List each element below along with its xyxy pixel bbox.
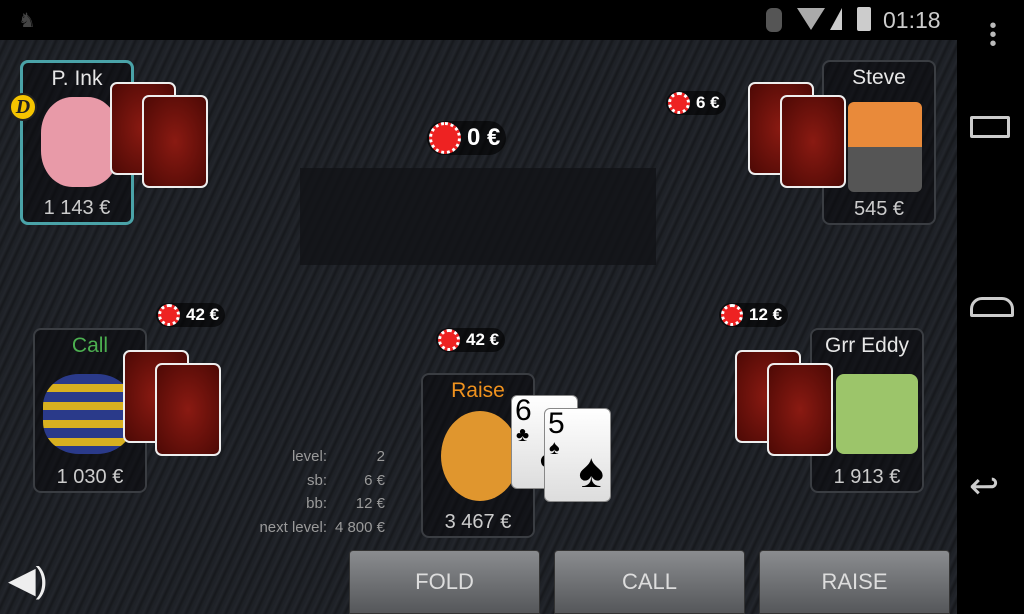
avatar (441, 411, 519, 501)
avatar (43, 374, 133, 454)
wifi-icon (797, 8, 825, 30)
fold-button[interactable]: FOLD (349, 550, 540, 614)
card-back (780, 95, 846, 188)
bet-amount: 12 € (749, 305, 783, 324)
chip-icon (721, 304, 743, 326)
recent-apps-icon[interactable] (970, 116, 1010, 138)
llama-icon: ♞ (18, 10, 36, 32)
player-bet: 42 € (156, 303, 226, 327)
bb-value: 12 € (355, 495, 385, 512)
dealer-button: D (9, 93, 37, 121)
player-stack: 1 143 € (43, 197, 111, 219)
status-bar: ♞ 01:18 (0, 0, 1024, 40)
chip-icon (158, 304, 180, 326)
player-stack: 3 467 € (444, 511, 512, 533)
call-button[interactable]: CALL (554, 550, 745, 614)
card-suit: ♠ (549, 437, 560, 459)
pot: 0 € (427, 121, 507, 155)
bb-label: bb: (306, 495, 327, 512)
player-bet: 6 € (666, 91, 726, 115)
chip-icon (668, 92, 690, 114)
bluetooth-icon (766, 8, 782, 32)
card-back (142, 95, 208, 188)
player-name: Grr Eddy (824, 334, 910, 357)
player-stack: 1 030 € (56, 466, 124, 488)
navigation-bar: • • • ↩ (957, 16, 1024, 614)
signal-icon (830, 8, 842, 30)
player-stack: 545 € (853, 198, 905, 220)
raise-button[interactable]: RAISE (759, 550, 950, 614)
bet-amount: 6 € (696, 93, 720, 112)
next-level-label: next level: (259, 518, 327, 536)
level-value: 2 (376, 448, 385, 465)
avatar (848, 102, 922, 192)
player-bet: 42 € (436, 328, 506, 352)
sb-label: sb: (306, 471, 327, 489)
clock: 01:18 (883, 7, 941, 33)
card-rank: 6 (515, 394, 532, 427)
blinds-info: level: 2 sb: 6 € bb: 12 € next level: 4 800 … (240, 445, 385, 539)
card-suit: ♣ (516, 424, 530, 446)
overflow-menu-icon[interactable]: • • • (988, 16, 998, 54)
player-bet: 12 € (719, 303, 789, 327)
battery-icon (857, 7, 871, 31)
level-label: level: (291, 448, 327, 465)
hole-card[interactable]: 5 ♠ ♠ (544, 407, 611, 502)
chip-icon (429, 122, 461, 154)
card-suit-large: ♠ (578, 445, 605, 498)
back-icon[interactable]: ↩ (969, 465, 999, 507)
next-level-value: 4 800 € (334, 518, 385, 536)
bet-amount: 42 € (466, 330, 500, 349)
card-rank: 5 (548, 407, 565, 440)
pot-amount: 0 € (467, 124, 501, 151)
card-back (767, 363, 833, 456)
sound-icon[interactable]: ◀) (8, 560, 48, 600)
player-stack: 1 913 € (833, 466, 901, 488)
avatar (41, 97, 119, 187)
sb-value: 6 € (364, 471, 385, 489)
avatar (836, 374, 918, 454)
board-area (300, 168, 656, 265)
home-icon[interactable] (970, 297, 1014, 317)
bet-amount: 42 € (186, 305, 220, 324)
card-back (155, 363, 221, 456)
chip-icon (438, 329, 460, 351)
player-name: Steve (852, 66, 906, 89)
